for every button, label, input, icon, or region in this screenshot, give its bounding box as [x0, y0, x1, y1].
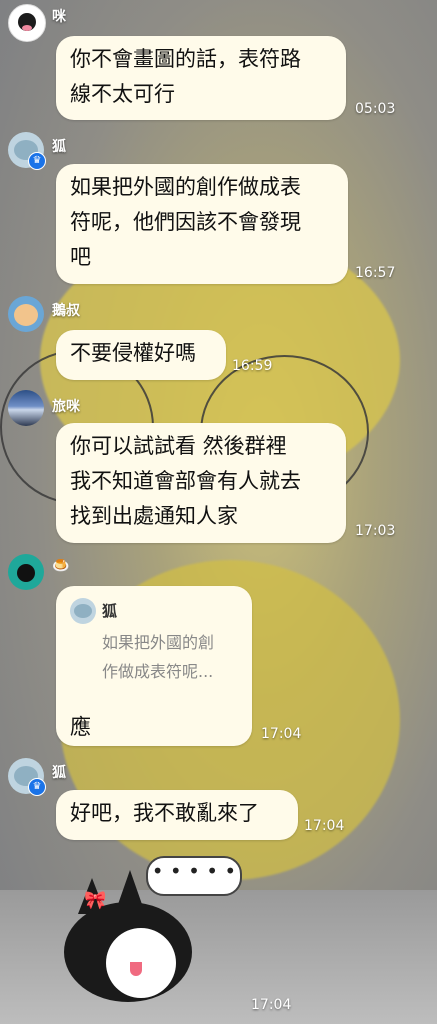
message-line: 符呢，他們因該不會發現: [70, 210, 301, 234]
message-line: 如果把外國的創作做成表: [70, 175, 301, 199]
crown-icon: ♛: [28, 152, 46, 170]
message-time: 16:57: [355, 265, 396, 281]
message-line: 你可以試試看 然後群裡: [70, 434, 287, 458]
avatar-black-cat[interactable]: [8, 554, 44, 590]
avatar-mi[interactable]: [8, 4, 46, 42]
message-time: 16:59: [232, 358, 273, 374]
sticker-time: 17:04: [251, 997, 292, 1013]
reply-message-bubble[interactable]: 狐 如果把外國的創 作做成表符呢... 應: [56, 586, 252, 746]
sender-name: 鵝叔: [52, 303, 80, 319]
pudding-icon: 🍮: [52, 558, 70, 574]
sender-name: 狐: [52, 139, 66, 155]
message-line: 好吧，我不敢亂來了: [70, 801, 259, 825]
quoted-avatar: [70, 598, 96, 624]
bow-icon: 🎀: [84, 890, 107, 911]
message-bubble[interactable]: 好吧，我不敢亂來了: [56, 790, 298, 840]
avatar-uncle-goose[interactable]: [8, 296, 44, 332]
sender-name: 旅咪: [52, 399, 80, 415]
message-line: 不要侵權好嗎: [70, 341, 196, 365]
message-time: 17:04: [261, 726, 302, 742]
sender-name: 咪: [52, 9, 66, 25]
cat-mouth: [130, 962, 142, 976]
crown-icon: ♛: [28, 778, 46, 796]
message-time: 05:03: [355, 101, 396, 117]
quoted-message-text: 如果把外國的創 作做成表符呢...: [102, 628, 238, 686]
message-line: 我不知道會部會有人就去: [70, 469, 301, 493]
quoted-message-header[interactable]: 狐: [70, 598, 238, 624]
message-time: 17:03: [355, 523, 396, 539]
message-line: 找到出處通知人家: [70, 504, 238, 528]
quoted-line: 如果把外國的創: [102, 633, 215, 652]
message-bubble[interactable]: 你可以試試看 然後群裡 我不知道會部會有人就去 找到出處通知人家: [56, 423, 346, 543]
message-time: 17:04: [304, 818, 345, 834]
sender-name: 狐: [52, 765, 66, 781]
message-line: 線不太可行: [70, 82, 175, 106]
message-line: 應: [70, 715, 91, 739]
message-line: 你不會畫圖的話，表符路: [70, 47, 301, 71]
quoted-sender-name: 狐: [102, 602, 118, 620]
message-bubble[interactable]: 你不會畫圖的話，表符路 線不太可行: [56, 36, 346, 120]
message-bubble[interactable]: 不要侵權好嗎: [56, 330, 226, 380]
message-line: 吧: [70, 245, 91, 269]
quoted-line: 作做成表符呢...: [102, 662, 214, 681]
cat-sticker[interactable]: 🎀: [58, 870, 198, 1020]
avatar-travel-mi[interactable]: [8, 390, 44, 426]
message-bubble[interactable]: 如果把外國的創作做成表 符呢，他們因該不會發現 吧: [56, 164, 348, 284]
